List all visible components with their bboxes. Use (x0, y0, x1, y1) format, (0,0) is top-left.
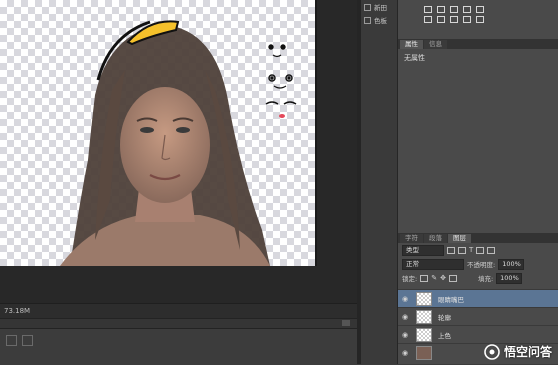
properties-content: 无属性 (404, 54, 425, 62)
collapsed-panel-column: 新田 色板 (361, 0, 398, 364)
tab-layers[interactable]: 图层 (448, 234, 471, 243)
lock-brush-icon[interactable]: ✎ (431, 274, 437, 282)
scroll-arrow-icon[interactable] (342, 320, 350, 326)
wukong-logo-icon (484, 343, 500, 360)
color-balance-icon[interactable] (437, 16, 445, 23)
eye-icon[interactable]: ◉ (398, 295, 412, 303)
properties-panel: 属性 信息 无属性 (398, 39, 558, 67)
exposure-icon[interactable] (463, 6, 471, 13)
layer-row[interactable]: ◉ 上色 (398, 325, 558, 343)
layer-row[interactable]: ◉ 轮廓 (398, 307, 558, 325)
layer-thumbnail (416, 309, 432, 324)
swatches-icon (364, 3, 371, 11)
portrait-image (60, 20, 297, 266)
timeline-convert-icon[interactable] (6, 335, 17, 346)
tab-character[interactable]: 字符 (400, 234, 423, 243)
fill-label: 填充: (477, 275, 494, 283)
layers-tabbar: 字符 段落 图层 (398, 233, 558, 243)
status-bar: 73.18M (0, 303, 357, 318)
filter-pixel-icon[interactable] (447, 246, 455, 254)
eye-icon[interactable]: ◉ (398, 313, 412, 321)
timeline-panel (0, 328, 357, 365)
channel-mixer-icon[interactable] (476, 16, 484, 23)
swatches-panel-button[interactable]: 新田 (364, 2, 387, 12)
layer-thumbnail (416, 327, 432, 342)
levels-icon[interactable] (437, 6, 445, 13)
filter-type-icon[interactable]: T (469, 246, 473, 254)
cartoon-eyes-sketch (265, 44, 297, 118)
photo-filter-icon[interactable] (463, 16, 471, 23)
vibrance-icon[interactable] (476, 6, 484, 13)
layer-thumbnail (416, 291, 432, 306)
eye-icon[interactable]: ◉ (398, 331, 412, 339)
lock-row: 锁定: ✎ ✥ 填充: 100% (398, 271, 558, 285)
hue-icon[interactable] (424, 16, 432, 23)
filter-adjust-icon[interactable] (458, 246, 466, 254)
filter-kind-select[interactable]: 类型 (402, 244, 444, 256)
opacity-input[interactable]: 100% (498, 258, 525, 270)
layer-thumbnail (416, 345, 432, 360)
blend-mode-select[interactable]: 正常 (402, 258, 464, 270)
tab-paragraph[interactable]: 段落 (424, 234, 447, 243)
brightness-icon[interactable] (424, 6, 432, 13)
tab-info[interactable]: 信息 (424, 40, 447, 49)
curves-icon[interactable] (450, 6, 458, 13)
layer-filter-row: 类型 T (398, 243, 558, 257)
filter-shape-icon[interactable] (476, 246, 485, 254)
image-canvas[interactable] (0, 0, 315, 266)
layer-row[interactable]: ◉ 眼睛嘴巴 (398, 289, 558, 307)
document-size-readout: 73.18M (4, 307, 31, 315)
black-white-icon[interactable] (450, 16, 458, 23)
timeline-render-icon[interactable] (22, 335, 33, 346)
right-panel-dock: 属性 信息 无属性 字符 段落 图层 类型 T 正常 不透明度: 100% 锁定… (398, 0, 558, 364)
lock-all-icon[interactable] (448, 274, 457, 282)
properties-tabbar: 属性 信息 (398, 39, 558, 49)
canvas-edge (315, 0, 317, 266)
watermark-text: 悟空问答 (503, 345, 552, 359)
blend-row: 正常 不透明度: 100% (398, 257, 558, 271)
lock-label: 锁定: (402, 275, 418, 283)
tab-properties[interactable]: 属性 (400, 40, 423, 49)
adjustments-icons (398, 0, 558, 13)
lock-move-icon[interactable]: ✥ (440, 274, 446, 282)
lock-transparent-icon[interactable] (420, 274, 429, 282)
watermark: 悟空问答 (484, 343, 552, 360)
eye-icon[interactable]: ◉ (398, 349, 412, 357)
fill-input[interactable]: 100% (496, 272, 523, 284)
color-panel-button[interactable]: 色板 (364, 15, 387, 25)
adjustments-icons-row2 (398, 13, 558, 23)
color-icon (364, 16, 371, 24)
filter-smart-icon[interactable] (487, 246, 496, 254)
opacity-label: 不透明度: (467, 261, 496, 269)
